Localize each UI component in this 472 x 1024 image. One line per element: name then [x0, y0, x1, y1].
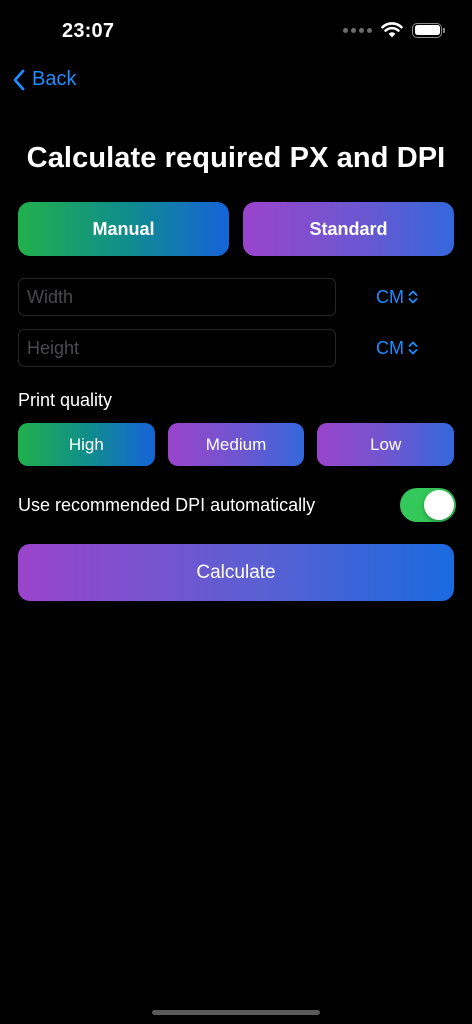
wifi-icon [381, 22, 403, 38]
manual-mode-button[interactable]: Manual [18, 202, 229, 256]
mode-selector: Manual Standard [18, 202, 454, 256]
auto-dpi-row: Use recommended DPI automatically [18, 488, 456, 522]
chevron-up-down-icon [408, 290, 418, 304]
height-row: CM [18, 329, 454, 367]
auto-dpi-label: Use recommended DPI automatically [18, 494, 316, 515]
chevron-left-icon [13, 69, 25, 90]
status-time: 23:07 [62, 20, 115, 42]
width-row: CM [18, 278, 454, 316]
quality-low-button[interactable]: Low [317, 423, 455, 466]
auto-dpi-toggle[interactable] [400, 488, 456, 522]
page-title: Calculate required PX and DPI [26, 142, 446, 174]
quality-medium-button[interactable]: Medium [167, 423, 305, 466]
status-icons [343, 22, 445, 38]
screen: 23:07 Back Calculate required PX and DPI… [0, 0, 472, 1024]
print-quality-selector: High Medium Low [18, 423, 455, 466]
chevron-up-down-icon [408, 341, 418, 355]
width-unit-label: CM [376, 286, 404, 307]
battery-icon [412, 22, 445, 38]
back-label: Back [32, 68, 77, 90]
height-unit-label: CM [376, 337, 404, 358]
back-button[interactable]: Back [12, 68, 76, 91]
quality-high-button[interactable]: High [18, 423, 155, 466]
toggle-knob [424, 490, 454, 520]
standard-mode-button[interactable]: Standard [243, 202, 454, 256]
width-input[interactable] [18, 278, 336, 316]
cellular-signal-icon [343, 27, 372, 33]
height-input[interactable] [18, 329, 336, 367]
print-quality-label: Print quality [18, 390, 113, 410]
height-unit-picker[interactable]: CM [376, 338, 418, 359]
status-bar: 23:07 [0, 0, 472, 60]
width-unit-picker[interactable]: CM [376, 287, 418, 308]
home-indicator[interactable] [152, 1010, 320, 1015]
calculate-button[interactable]: Calculate [18, 544, 454, 601]
